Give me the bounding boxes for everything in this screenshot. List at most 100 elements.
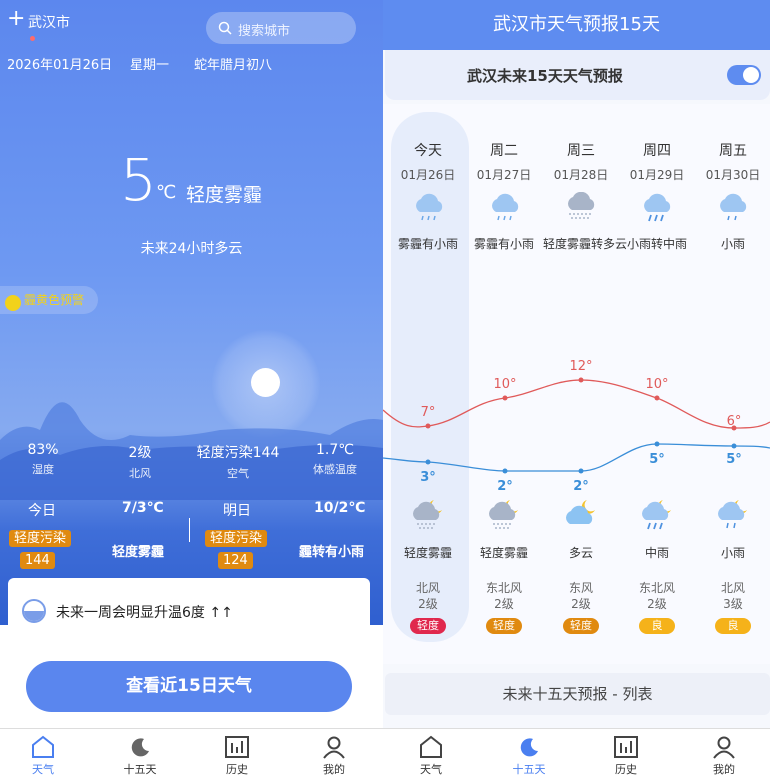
temperature-notice[interactable]: 未来一周会明显升温6度 ↑↑ bbox=[8, 578, 370, 644]
low-point bbox=[731, 443, 737, 449]
temperature-unit: ℃ bbox=[156, 182, 177, 203]
moon-icon bbox=[131, 738, 149, 757]
night-rain-icon bbox=[642, 500, 671, 530]
wind-direction: 北风 bbox=[720, 581, 745, 595]
low-temp-label: 2° bbox=[497, 479, 513, 490]
aq-badge: 轻度 bbox=[410, 618, 446, 634]
wind-value: 2级 bbox=[128, 445, 152, 461]
wind-info: 北风 3级 bbox=[695, 580, 770, 612]
current-weather-panel: + 武汉市 搜索城市 2026年01月26日 星期一 蛇年腊月初八 5 ℃ 轻度… bbox=[0, 0, 383, 781]
humidity-label: 湿度 bbox=[32, 463, 54, 476]
night-condition: 中雨 bbox=[644, 546, 669, 560]
day-condition: 小雨 bbox=[720, 237, 745, 251]
tab-label: 十五天 bbox=[123, 763, 157, 776]
wind-label: 北风 bbox=[129, 467, 151, 480]
view-15-day-button[interactable]: 查看近15日天气 bbox=[26, 661, 352, 712]
night-condition: 小雨 bbox=[720, 546, 745, 560]
humidity-stat: 83% 湿度 bbox=[0, 442, 91, 477]
home-icon bbox=[420, 735, 442, 758]
night-condition: 多云 bbox=[568, 546, 593, 560]
haze-rain-icon bbox=[492, 193, 519, 221]
wind-level: 2级 bbox=[418, 597, 438, 611]
high-temp-label: 10° bbox=[645, 377, 668, 392]
page-title: 武汉市天气预报15天 bbox=[383, 0, 770, 50]
feels-like-stat: 1.7℃ 体感温度 bbox=[287, 442, 383, 477]
tab-15-days[interactable]: 十五天 bbox=[499, 735, 559, 777]
right-tab-bar: 天气 十五天 历史 我的 bbox=[383, 728, 770, 781]
wind-info: 北风 2级 bbox=[390, 580, 466, 612]
current-temperature: 5 bbox=[120, 146, 157, 214]
mountain-background bbox=[0, 402, 383, 500]
humidity-value: 83% bbox=[27, 442, 59, 458]
today-range: 7/3℃ bbox=[122, 500, 164, 516]
low-temp-label: 5° bbox=[726, 452, 742, 467]
moon-icon bbox=[520, 738, 538, 757]
weather-warning[interactable]: 霾黄色预警 bbox=[0, 286, 98, 314]
tab-label: 天气 bbox=[420, 763, 442, 776]
today-aqi-badge: 144 bbox=[20, 552, 55, 569]
today-label: 今日 bbox=[28, 503, 56, 519]
high-point bbox=[654, 395, 660, 401]
wind-level: 2级 bbox=[647, 597, 667, 611]
wind-direction: 东风 bbox=[568, 581, 593, 595]
forecast-15-day-panel: 武汉市天气预报15天 武汉未来15天天气预报 今天 01月26日 雾霾有小雨 周… bbox=[383, 0, 770, 781]
high-temp-label: 10° bbox=[493, 377, 516, 392]
date-row: 2026年01月26日 星期一 蛇年腊月初八 bbox=[0, 52, 383, 74]
thermometer-icon bbox=[22, 599, 46, 623]
high-point bbox=[578, 377, 584, 383]
tab-mine[interactable]: 我的 bbox=[694, 735, 754, 777]
tab-15-days[interactable]: 十五天 bbox=[110, 735, 170, 777]
wind-direction: 东北风 bbox=[485, 581, 522, 595]
night-haze-icon bbox=[413, 500, 442, 529]
high-point bbox=[425, 423, 431, 429]
night-cloudy-icon bbox=[566, 500, 595, 524]
low-point bbox=[578, 468, 584, 474]
tomorrow-aqi-badge: 124 bbox=[218, 552, 253, 569]
warning-icon bbox=[5, 295, 21, 311]
air-stat: 轻度污染144 空气 bbox=[184, 442, 292, 481]
list-view-button[interactable]: 未来十五天预报 - 列表 bbox=[385, 673, 770, 715]
day-name: 今天 bbox=[414, 143, 442, 159]
day-date: 01月26日 bbox=[400, 168, 456, 182]
day-name: 周四 bbox=[643, 143, 671, 159]
wind-direction: 北风 bbox=[415, 581, 440, 595]
low-temp-label: 3° bbox=[420, 470, 436, 485]
tomorrow-label: 明日 bbox=[223, 503, 251, 519]
day-date: 01月28日 bbox=[553, 168, 609, 182]
wind-info: 东北风 2级 bbox=[619, 580, 695, 612]
warning-text: 霾黄色预警 bbox=[24, 293, 85, 307]
add-city-icon[interactable]: + bbox=[7, 8, 25, 30]
low-temp-label: 2° bbox=[573, 479, 589, 490]
user-icon bbox=[713, 736, 735, 759]
day-date: 01月30日 bbox=[705, 168, 761, 182]
haze-icon bbox=[568, 192, 595, 219]
aq-badge: 轻度 bbox=[563, 618, 599, 634]
tab-history[interactable]: 历史 bbox=[596, 735, 656, 777]
home-icon bbox=[32, 735, 54, 758]
tab-history[interactable]: 历史 bbox=[207, 735, 267, 777]
low-point bbox=[502, 468, 508, 474]
aq-badge: 良 bbox=[715, 618, 751, 634]
aq-badge: 轻度 bbox=[486, 618, 522, 634]
wind-stat: 2级 北风 bbox=[92, 442, 188, 481]
tab-label: 历史 bbox=[226, 763, 248, 776]
day-date: 01月27日 bbox=[476, 168, 532, 182]
tomorrow-condition: 霾转有小雨 bbox=[299, 545, 365, 560]
left-tab-bar: 天气 十五天 历史 我的 bbox=[0, 728, 383, 781]
wind-info: 东北风 2级 bbox=[466, 580, 542, 612]
view-toggle[interactable] bbox=[727, 65, 761, 85]
tab-weather[interactable]: 天气 bbox=[13, 735, 73, 777]
subheader-title: 武汉未来15天天气预报 bbox=[467, 67, 623, 85]
wind-level: 2级 bbox=[494, 597, 514, 611]
night-condition: 轻度雾霾 bbox=[479, 546, 528, 560]
low-temp-label: 5° bbox=[649, 452, 665, 467]
tab-mine[interactable]: 我的 bbox=[304, 735, 364, 777]
search-input[interactable]: 搜索城市 bbox=[206, 12, 356, 44]
feels-like-label: 体感温度 bbox=[313, 463, 357, 476]
city-name[interactable]: 武汉市 bbox=[28, 12, 70, 32]
rain-icon bbox=[720, 193, 747, 221]
air-value: 轻度污染144 bbox=[196, 445, 280, 461]
weekday-text: 星期一 bbox=[130, 58, 170, 73]
tab-weather[interactable]: 天气 bbox=[401, 735, 461, 777]
tab-label: 历史 bbox=[615, 763, 637, 776]
